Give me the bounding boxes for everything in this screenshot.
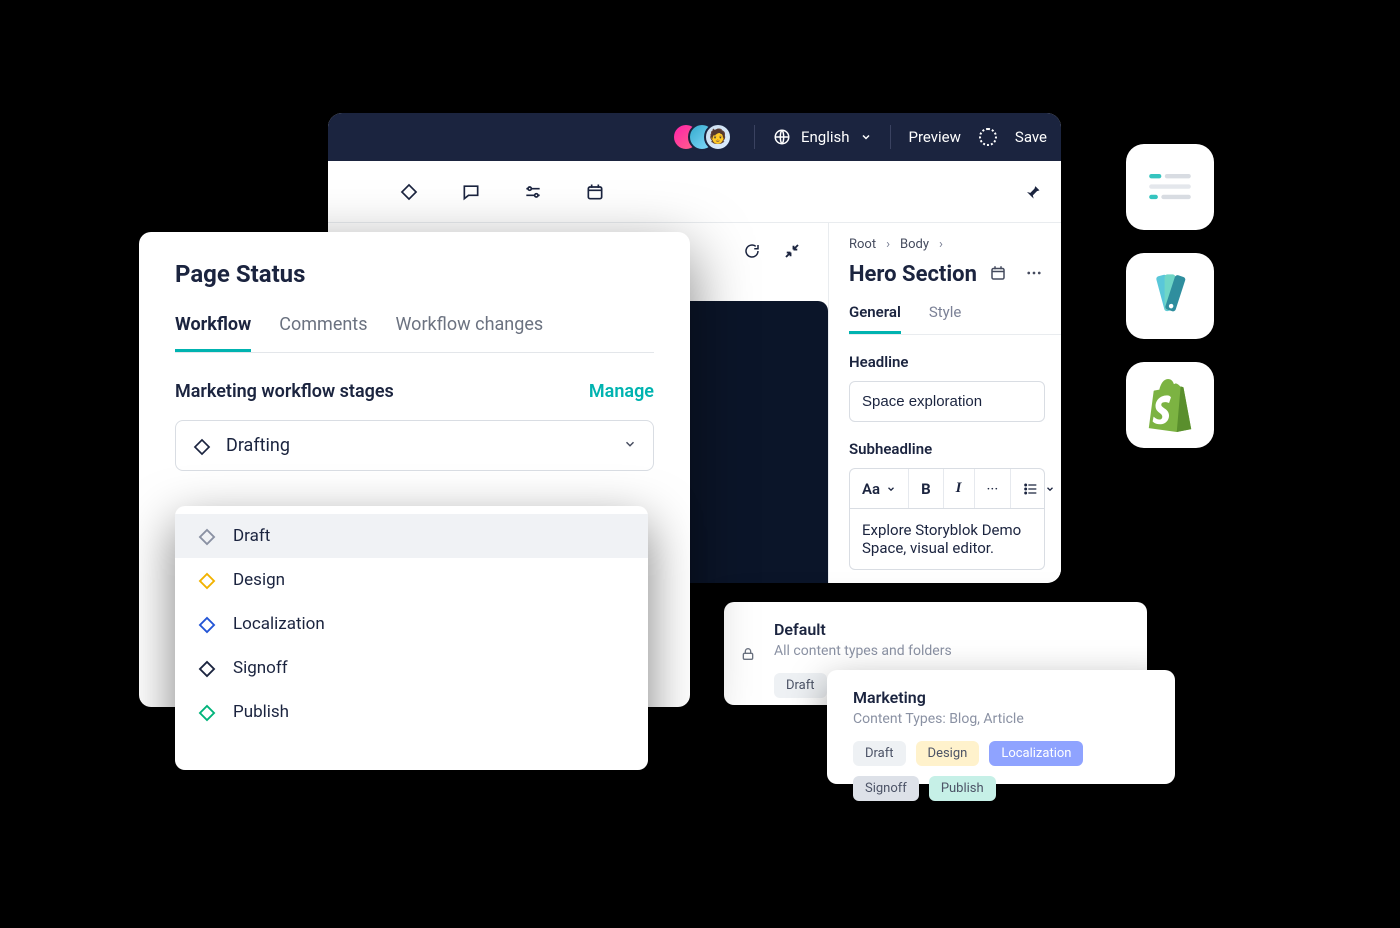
- chevron-right-icon: ›: [939, 237, 943, 252]
- diamond-icon: [197, 614, 217, 634]
- stage-select[interactable]: Drafting: [175, 420, 654, 471]
- stage-option-label: Signoff: [233, 658, 288, 678]
- workflow-chip: Publish: [929, 776, 996, 801]
- stage-option-label: Design: [233, 570, 285, 590]
- stage-option-label: Draft: [233, 526, 270, 546]
- globe-icon: [773, 128, 791, 146]
- list-slider-icon: [1144, 165, 1196, 209]
- diamond-icon: [197, 658, 217, 678]
- workflow-chip: Localization: [989, 741, 1083, 766]
- rte-more[interactable]: ···: [975, 469, 1012, 508]
- editor-topbar: English Preview Save: [328, 113, 1061, 161]
- chevron-down-icon: [860, 131, 872, 143]
- refresh-icon[interactable]: [742, 241, 762, 261]
- activity-icon: [979, 128, 997, 146]
- workflow-chip: Design: [916, 741, 980, 766]
- field-label-headline: Headline: [849, 353, 1045, 371]
- workflow-card-title: Default: [774, 620, 1125, 639]
- stage-option-label: Localization: [233, 614, 325, 634]
- language-label: English: [801, 128, 850, 146]
- diamond-icon: [197, 702, 217, 722]
- color-swatch-icon: [1143, 269, 1197, 323]
- editor-toolbar: [328, 161, 1061, 223]
- page-status-title: Page Status: [175, 260, 654, 288]
- workflow-card-subtitle: Content Types: Blog, Article: [853, 711, 1153, 727]
- workflow-chip: Signoff: [853, 776, 919, 801]
- language-selector[interactable]: English: [773, 128, 872, 146]
- stage-selected-label: Drafting: [226, 435, 290, 456]
- tab-general[interactable]: General: [849, 303, 901, 334]
- diamond-icon: [197, 570, 217, 590]
- rte-toolbar: Aa B I ···: [849, 468, 1045, 508]
- shopify-icon: [1145, 378, 1195, 432]
- subheadline-input[interactable]: Explore Storyblok Demo Space, visual edi…: [849, 508, 1045, 570]
- tab-workflow-changes[interactable]: Workflow changes: [395, 314, 543, 352]
- field-label-subheadline: Subheadline: [849, 440, 1045, 458]
- page-status-tabs: Workflow Comments Workflow changes: [175, 314, 654, 353]
- workflow-chip: Draft: [774, 673, 827, 698]
- workflow-stages-label: Marketing workflow stages: [175, 381, 394, 402]
- workflow-card-marketing[interactable]: Marketing Content Types: Blog, Article D…: [827, 670, 1175, 784]
- rte-list[interactable]: [1011, 469, 1061, 508]
- workflow-stage-icon[interactable]: [398, 181, 420, 203]
- collapse-icon[interactable]: [782, 241, 802, 261]
- integration-tile-list[interactable]: [1126, 144, 1214, 230]
- rte-text-style[interactable]: Aa: [850, 469, 909, 508]
- diamond-icon: [192, 436, 212, 456]
- breadcrumb-body[interactable]: Body: [900, 237, 929, 252]
- workflow-chip: Draft: [853, 741, 906, 766]
- chevron-down-icon: [623, 435, 637, 456]
- comment-icon[interactable]: [460, 181, 482, 203]
- stage-option[interactable]: Draft: [175, 514, 648, 558]
- rte-bold[interactable]: B: [909, 469, 944, 508]
- stage-option[interactable]: Design: [175, 558, 648, 602]
- headline-input[interactable]: [849, 381, 1045, 422]
- section-title: Hero Section: [849, 262, 977, 287]
- integration-tile-palette[interactable]: [1126, 253, 1214, 339]
- tab-workflow[interactable]: Workflow: [175, 314, 251, 352]
- stage-option[interactable]: Localization: [175, 602, 648, 646]
- tab-comments[interactable]: Comments: [279, 314, 367, 352]
- preview-actions: [728, 233, 816, 269]
- schedule-icon[interactable]: [584, 181, 606, 203]
- workflow-card-subtitle: All content types and folders: [774, 643, 1125, 659]
- chevron-right-icon: ›: [886, 237, 890, 252]
- breadcrumb[interactable]: Root › Body ›: [849, 237, 1061, 252]
- avatar: [704, 123, 732, 151]
- properties-panel: Root › Body › Hero Section General: [828, 223, 1061, 583]
- stage-option[interactable]: Publish: [175, 690, 648, 734]
- settings-sliders-icon[interactable]: [522, 181, 544, 203]
- schedule-icon[interactable]: [989, 264, 1007, 286]
- divider: [754, 125, 755, 149]
- preview-button[interactable]: Preview: [909, 128, 961, 146]
- manage-link[interactable]: Manage: [589, 381, 654, 402]
- diamond-icon: [197, 526, 217, 546]
- workflow-chips: Draft Design Localization Signoff Publish: [853, 741, 1153, 801]
- tab-style[interactable]: Style: [929, 303, 962, 334]
- breadcrumb-root[interactable]: Root: [849, 237, 876, 252]
- stage-option-label: Publish: [233, 702, 289, 722]
- lock-icon: [740, 646, 756, 666]
- panel-tabs: General Style: [849, 303, 1061, 335]
- integration-tile-shopify[interactable]: [1126, 362, 1214, 448]
- save-button[interactable]: Save: [1015, 128, 1047, 146]
- more-icon[interactable]: [1025, 264, 1043, 286]
- workflow-card-title: Marketing: [853, 688, 1153, 707]
- rte-italic[interactable]: I: [944, 469, 975, 508]
- collaborator-avatars[interactable]: [672, 123, 730, 151]
- stage-option[interactable]: Signoff: [175, 646, 648, 690]
- pin-icon[interactable]: [1021, 181, 1043, 203]
- divider: [890, 125, 891, 149]
- stage-dropdown: Draft Design Localization Signoff Publish: [175, 506, 648, 770]
